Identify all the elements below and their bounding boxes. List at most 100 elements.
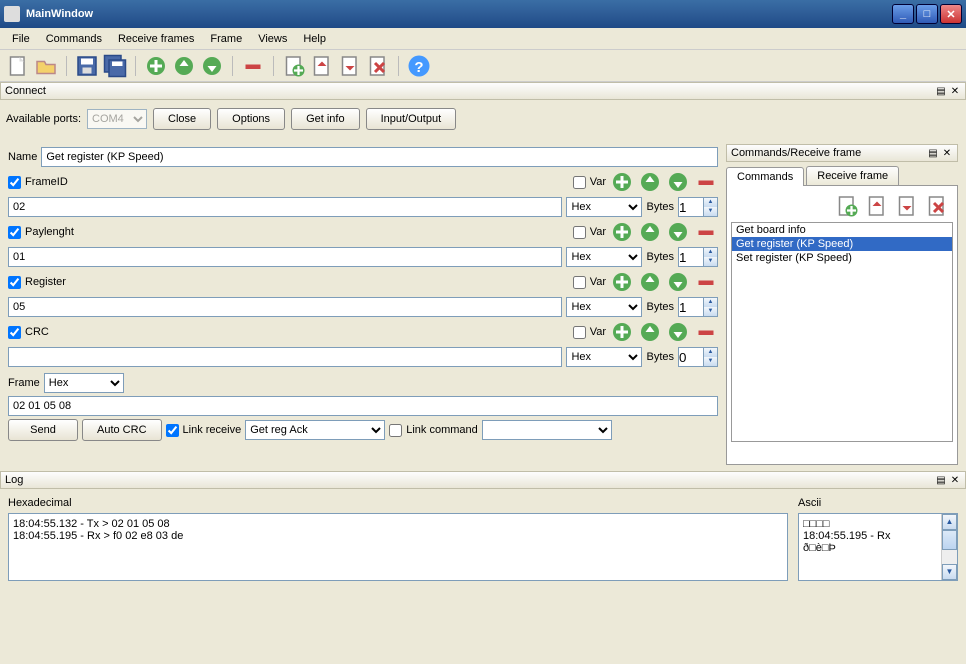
commands-dock-icon[interactable]: ▤ bbox=[927, 147, 939, 159]
field-value-input[interactable] bbox=[8, 197, 562, 217]
field-var-check[interactable] bbox=[573, 176, 586, 189]
ascii-scrollbar[interactable]: ▲▼ bbox=[941, 514, 957, 580]
field-bytes-spinner[interactable]: ▲▼ bbox=[678, 247, 718, 267]
tab-receive-frame[interactable]: Receive frame bbox=[806, 166, 899, 185]
field-var-check[interactable] bbox=[573, 226, 586, 239]
field-value-input[interactable] bbox=[8, 347, 562, 367]
field-remove-icon[interactable] bbox=[694, 270, 718, 294]
field-enable-check[interactable] bbox=[8, 226, 21, 239]
link-receive-select[interactable]: Get reg Ack bbox=[245, 420, 385, 440]
link-receive-check[interactable] bbox=[166, 424, 179, 437]
open-file-icon[interactable] bbox=[34, 54, 58, 78]
doc-up-icon[interactable] bbox=[310, 54, 334, 78]
command-list-item[interactable]: Get board info bbox=[732, 223, 952, 237]
field-add-icon[interactable] bbox=[610, 220, 634, 244]
field-down-icon[interactable] bbox=[666, 270, 690, 294]
close-port-button[interactable]: Close bbox=[153, 108, 211, 130]
menu-views[interactable]: Views bbox=[250, 31, 295, 47]
field-down-icon[interactable] bbox=[666, 320, 690, 344]
cmd-delete-icon[interactable] bbox=[925, 194, 949, 218]
maximize-button[interactable]: □ bbox=[916, 4, 938, 24]
field-format-select[interactable]: Hex bbox=[566, 297, 642, 317]
field-up-icon[interactable] bbox=[638, 170, 662, 194]
cmd-down-icon[interactable] bbox=[895, 194, 919, 218]
link-receive-label: Link receive bbox=[183, 424, 242, 436]
send-button[interactable]: Send bbox=[8, 419, 78, 441]
autocrc-button[interactable]: Auto CRC bbox=[82, 419, 162, 441]
save-icon[interactable] bbox=[75, 54, 99, 78]
field-add-icon[interactable] bbox=[610, 270, 634, 294]
field-var-check[interactable] bbox=[573, 326, 586, 339]
link-command-check[interactable] bbox=[389, 424, 402, 437]
ascii-log[interactable]: □□□□18:04:55.195 - Rxð□è□Þ ▲▼ bbox=[798, 513, 958, 581]
link-command-select[interactable] bbox=[482, 420, 612, 440]
frame-value-input[interactable] bbox=[8, 396, 718, 416]
field-bytes-input[interactable] bbox=[679, 248, 703, 266]
field-enable-check[interactable] bbox=[8, 326, 21, 339]
field-bytes-input[interactable] bbox=[679, 348, 703, 366]
add-icon[interactable] bbox=[144, 54, 168, 78]
options-button[interactable]: Options bbox=[217, 108, 285, 130]
hex-log[interactable]: 18:04:55.132 - Tx > 02 01 05 0818:04:55.… bbox=[8, 513, 788, 581]
remove-icon[interactable] bbox=[241, 54, 265, 78]
field-bytes-input[interactable] bbox=[679, 198, 703, 216]
up-icon[interactable] bbox=[172, 54, 196, 78]
field-enable-check[interactable] bbox=[8, 276, 21, 289]
getinfo-button[interactable]: Get info bbox=[291, 108, 360, 130]
minimize-button[interactable]: _ bbox=[892, 4, 914, 24]
frame-format-select[interactable]: Hex bbox=[44, 373, 124, 393]
field-var-check[interactable] bbox=[573, 276, 586, 289]
field-up-icon[interactable] bbox=[638, 270, 662, 294]
commands-close-icon[interactable]: ✕ bbox=[941, 147, 953, 159]
field-add-icon[interactable] bbox=[610, 320, 634, 344]
menu-frame[interactable]: Frame bbox=[202, 31, 250, 47]
menu-receive-frames[interactable]: Receive frames bbox=[110, 31, 202, 47]
field-bytes-spinner[interactable]: ▲▼ bbox=[678, 197, 718, 217]
down-icon[interactable] bbox=[200, 54, 224, 78]
field-up-icon[interactable] bbox=[638, 320, 662, 344]
command-list[interactable]: Get board infoGet register (KP Speed)Set… bbox=[731, 222, 953, 442]
field-enable-check[interactable] bbox=[8, 176, 21, 189]
field-remove-icon[interactable] bbox=[694, 320, 718, 344]
field-down-icon[interactable] bbox=[666, 170, 690, 194]
input-output-button[interactable]: Input/Output bbox=[366, 108, 457, 130]
cmd-up-icon[interactable] bbox=[865, 194, 889, 218]
field-format-select[interactable]: Hex bbox=[566, 197, 642, 217]
port-select[interactable]: COM4 bbox=[87, 109, 147, 129]
field-bytes-spinner[interactable]: ▲▼ bbox=[678, 297, 718, 317]
log-dock-icon[interactable]: ▤ bbox=[935, 474, 947, 486]
field-format-select[interactable]: Hex bbox=[566, 347, 642, 367]
new-file-icon[interactable] bbox=[6, 54, 30, 78]
close-button[interactable]: ✕ bbox=[940, 4, 962, 24]
help-icon[interactable]: ? bbox=[407, 54, 431, 78]
field-add-icon[interactable] bbox=[610, 170, 634, 194]
field-down-icon[interactable] bbox=[666, 220, 690, 244]
save-all-icon[interactable] bbox=[103, 54, 127, 78]
field-format-select[interactable]: Hex bbox=[566, 247, 642, 267]
import-icon[interactable] bbox=[282, 54, 306, 78]
menu-help[interactable]: Help bbox=[295, 31, 334, 47]
field-up-icon[interactable] bbox=[638, 220, 662, 244]
connect-close-icon[interactable]: ✕ bbox=[949, 85, 961, 97]
cmd-add-icon[interactable] bbox=[835, 194, 859, 218]
command-list-item[interactable]: Get register (KP Speed) bbox=[732, 237, 952, 251]
name-input[interactable] bbox=[41, 147, 718, 167]
field-value-input[interactable] bbox=[8, 247, 562, 267]
field-remove-icon[interactable] bbox=[694, 220, 718, 244]
doc-delete-icon[interactable] bbox=[366, 54, 390, 78]
log-line: 18:04:55.195 - Rx bbox=[803, 530, 953, 542]
connect-dock-icon[interactable]: ▤ bbox=[935, 85, 947, 97]
tab-commands[interactable]: Commands bbox=[726, 167, 804, 186]
field-value-input[interactable] bbox=[8, 297, 562, 317]
menu-commands[interactable]: Commands bbox=[38, 31, 110, 47]
log-close-icon[interactable]: ✕ bbox=[949, 474, 961, 486]
commands-tab-body: Get board infoGet register (KP Speed)Set… bbox=[726, 185, 958, 465]
doc-down-icon[interactable] bbox=[338, 54, 362, 78]
menu-file[interactable]: File bbox=[4, 31, 38, 47]
command-list-item[interactable]: Set register (KP Speed) bbox=[732, 251, 952, 265]
var-label: Var bbox=[590, 226, 606, 238]
field-remove-icon[interactable] bbox=[694, 170, 718, 194]
bytes-label: Bytes bbox=[646, 251, 674, 263]
field-bytes-spinner[interactable]: ▲▼ bbox=[678, 347, 718, 367]
field-bytes-input[interactable] bbox=[679, 298, 703, 316]
